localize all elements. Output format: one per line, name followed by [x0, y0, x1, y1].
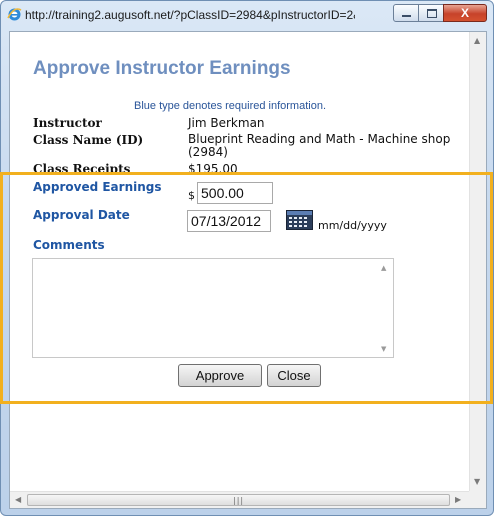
- minimize-button[interactable]: [393, 4, 419, 22]
- approved-earnings-input[interactable]: 500.00: [197, 182, 273, 204]
- instructor-value: Jim Berkman: [188, 116, 265, 130]
- class-name-value: Blueprint Reading and Math - Machine sho…: [188, 132, 451, 159]
- content-viewport: Approve Instructor Earnings Blue type de…: [9, 31, 487, 509]
- title-bar[interactable]: http://training2.augusoft.net/?pClassID=…: [1, 1, 493, 29]
- grip-icon: |||: [233, 496, 245, 505]
- class-receipts-label: Class Receipts: [33, 162, 131, 173]
- class-receipts-value: $195.00: [188, 162, 238, 173]
- currency-symbol: $: [188, 189, 195, 202]
- approved-earnings-label: Approved Earnings: [33, 180, 162, 194]
- vertical-scrollbar[interactable]: ▲ ▼: [469, 32, 486, 491]
- maximize-icon: [427, 9, 437, 18]
- page-content: Approve Instructor Earnings Blue type de…: [10, 32, 471, 491]
- scroll-up-icon[interactable]: ▲: [474, 36, 480, 45]
- date-format-hint: mm/dd/yyyy: [318, 219, 387, 232]
- scroll-down-icon[interactable]: ▼: [381, 345, 386, 353]
- ie-icon: [7, 8, 22, 21]
- scroll-right-icon[interactable]: ▶: [455, 495, 461, 504]
- window-title: http://training2.augusoft.net/?pClassID=…: [25, 8, 355, 22]
- maximize-button[interactable]: [418, 4, 444, 22]
- approve-button[interactable]: Approve: [178, 364, 262, 387]
- horizontal-scrollbar[interactable]: ◀ ||| ▶: [10, 491, 469, 508]
- close-window-button[interactable]: X: [443, 4, 487, 22]
- scroll-down-icon[interactable]: ▼: [474, 477, 480, 486]
- close-button[interactable]: Close: [267, 364, 321, 387]
- popup-window: http://training2.augusoft.net/?pClassID=…: [0, 0, 494, 516]
- required-note: Blue type denotes required information.: [134, 100, 327, 112]
- comments-label: Comments: [33, 238, 105, 252]
- calendar-icon[interactable]: [286, 210, 313, 230]
- comments-scrollbar[interactable]: ▲ ▼: [377, 259, 393, 357]
- scroll-left-icon[interactable]: ◀: [15, 495, 21, 504]
- close-icon: X: [460, 6, 469, 20]
- approval-date-label: Approval Date: [33, 208, 130, 222]
- scroll-up-icon[interactable]: ▲: [381, 264, 386, 272]
- scroll-corner: [469, 491, 486, 508]
- comments-textarea[interactable]: ▲ ▼: [32, 258, 394, 358]
- class-name-label: Class Name (ID): [33, 133, 144, 147]
- minimize-icon: [402, 15, 411, 17]
- page-title: Approve Instructor Earnings: [33, 58, 291, 79]
- approval-date-input[interactable]: 07/13/2012: [187, 210, 271, 232]
- instructor-label: Instructor: [33, 116, 102, 130]
- horizontal-scroll-thumb[interactable]: |||: [27, 494, 450, 506]
